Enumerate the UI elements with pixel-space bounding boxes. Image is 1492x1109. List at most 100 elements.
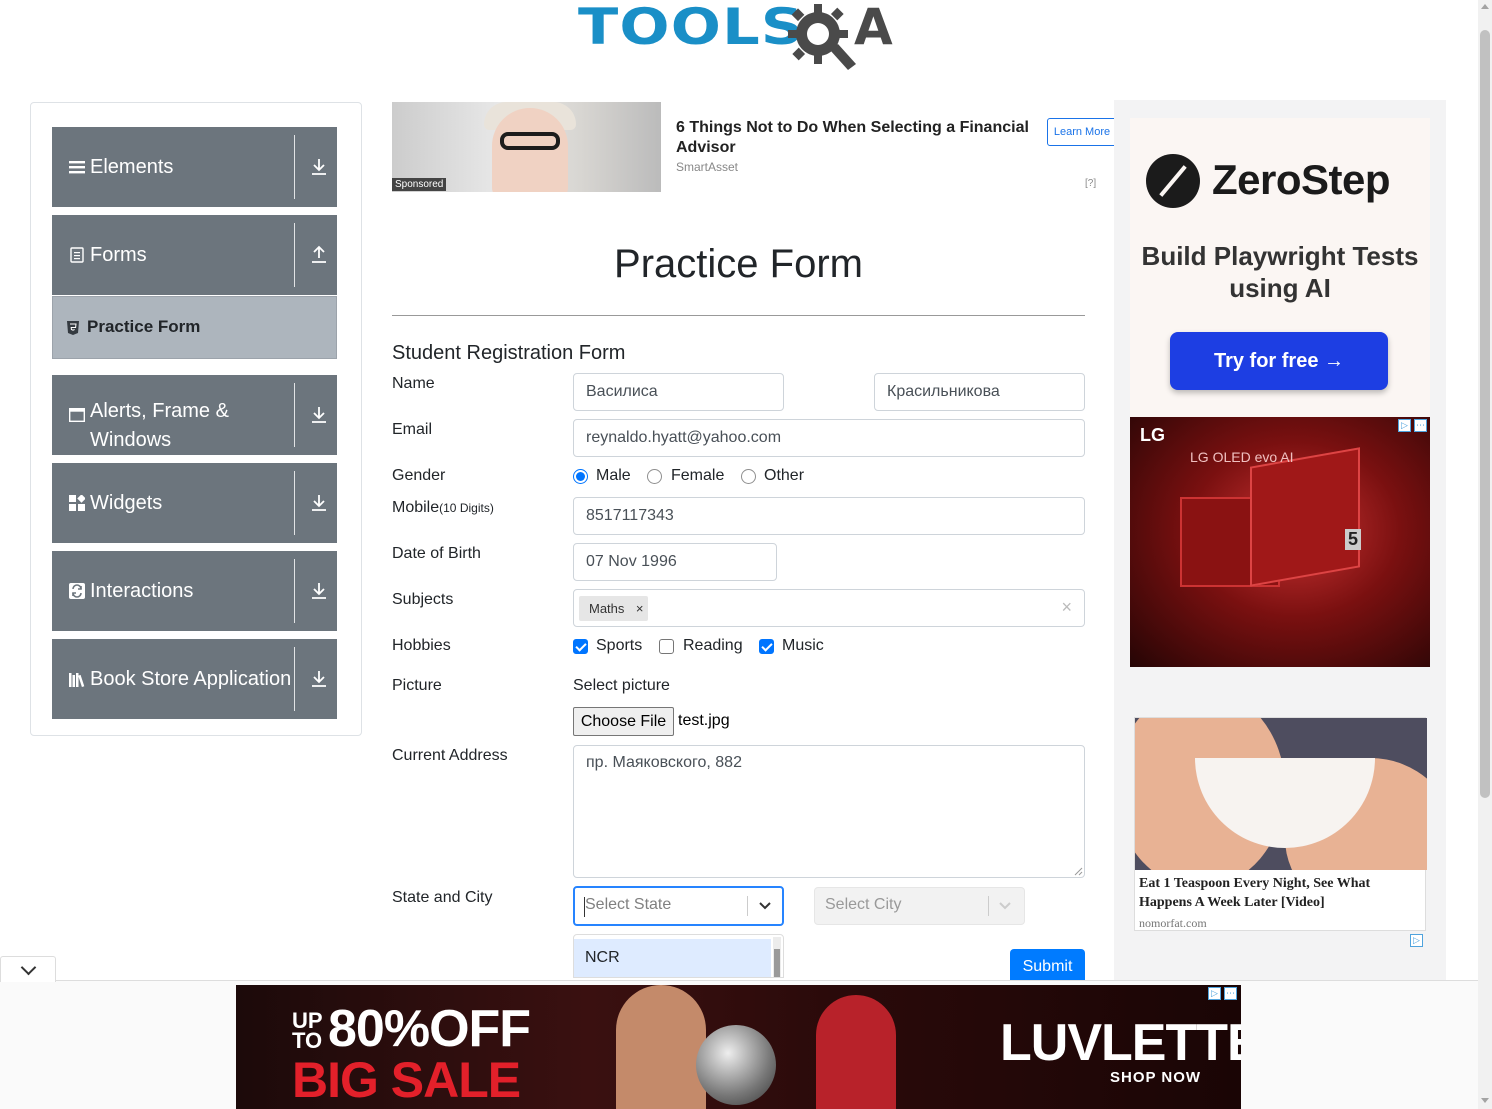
scroll-down-icon[interactable] xyxy=(1481,1098,1489,1103)
download-icon[interactable] xyxy=(310,157,328,177)
text-cursor xyxy=(584,897,585,917)
lg-tv-label: LG OLED evo AI xyxy=(1190,449,1294,465)
collapse-ad-button[interactable] xyxy=(0,956,56,982)
divider xyxy=(294,223,295,287)
sidebar-group-label: Forms xyxy=(90,244,147,266)
sidebar-group-alerts[interactable]: Alerts, Frame & Windows xyxy=(52,375,337,455)
clear-icon[interactable]: × xyxy=(1061,597,1072,618)
mobile-label: Mobile(10 Digits) xyxy=(392,499,494,517)
adchoices-icon[interactable]: ▷ xyxy=(1208,987,1221,1000)
shop-now-link[interactable]: SHOP NOW xyxy=(1110,1069,1201,1086)
sidebar-group-label: Book Store Application xyxy=(90,668,292,690)
state-select[interactable]: Select State xyxy=(573,886,784,926)
divider xyxy=(294,383,295,447)
adchoices-icon[interactable]: ▷ xyxy=(1398,419,1411,432)
lg-ad[interactable]: LG LG OLED evo AI 5 ▷ ⋯ xyxy=(1130,417,1430,667)
menu-scrollbar[interactable] xyxy=(773,937,781,977)
sidebar-item-practice-form[interactable]: Practice Form xyxy=(52,296,337,359)
download-icon[interactable] xyxy=(310,405,328,425)
divider xyxy=(294,559,295,623)
gender-male-label[interactable]: Male xyxy=(596,467,631,485)
hobby-sports-label[interactable]: Sports xyxy=(596,637,642,655)
sidebar-group-widgets[interactable]: Widgets xyxy=(52,463,337,543)
nomorfat-ad[interactable]: Eat 1 Teaspoon Every Night, See What Hap… xyxy=(1134,717,1427,931)
mobile-label-text: Mobile xyxy=(392,499,440,516)
sidebar-group-forms[interactable]: Forms xyxy=(52,215,337,295)
disco-ball-shape xyxy=(696,1025,776,1105)
zerostep-subtitle: Build Playwright Tests using AI xyxy=(1141,241,1419,303)
hobby-sports-checkbox[interactable] xyxy=(573,639,588,654)
sidebar-group-label: Elements xyxy=(90,156,174,178)
ad-close-icon[interactable]: ⋯ xyxy=(1414,419,1427,432)
address-label: Current Address xyxy=(392,747,508,764)
mobile-input[interactable]: 8517117343 xyxy=(573,497,1085,535)
divider xyxy=(392,315,1085,316)
right-ad-column: ZeroStep Build Playwright Tests using AI… xyxy=(1114,100,1446,980)
page-title: Practice Form xyxy=(614,242,863,286)
chip-remove-icon[interactable]: × xyxy=(636,596,644,621)
divider xyxy=(294,135,295,199)
ad-discount-text: 80%OFF xyxy=(328,1000,531,1058)
subjects-input[interactable]: Maths × × xyxy=(573,589,1085,627)
scrollbar-thumb[interactable] xyxy=(1480,30,1490,798)
ad-close-icon[interactable]: ⋯ xyxy=(1224,987,1237,1000)
sidebar-group-interactions[interactable]: Interactions xyxy=(52,551,337,631)
last-name-input[interactable]: Красильникова xyxy=(874,373,1085,411)
ad-model-shape xyxy=(816,995,896,1109)
gender-other-label[interactable]: Other xyxy=(764,467,804,485)
adchoices-link[interactable]: [?] xyxy=(1085,178,1096,189)
gender-male-radio[interactable] xyxy=(573,469,588,484)
sidebar-group-label: Alerts, Frame & Windows xyxy=(90,400,229,451)
chevron-down-icon[interactable] xyxy=(758,900,772,912)
sidebar-group-label: Widgets xyxy=(90,492,163,514)
download-icon[interactable] xyxy=(310,493,328,513)
gender-female-radio[interactable] xyxy=(647,469,662,484)
hobby-reading-checkbox[interactable] xyxy=(659,639,674,654)
html-icon xyxy=(67,321,79,335)
sidebar-group-elements[interactable]: Elements xyxy=(52,127,337,207)
hamburger-icon xyxy=(69,161,85,174)
learn-more-button[interactable]: Learn More xyxy=(1047,118,1117,146)
sponsored-badge: Sponsored xyxy=(392,178,447,191)
top-ad-banner[interactable]: Sponsored 6 Things Not to Do When Select… xyxy=(392,102,1117,194)
nomorfat-source: nomorfat.com xyxy=(1139,916,1207,930)
divider xyxy=(747,896,748,916)
resize-handle-icon[interactable] xyxy=(1074,867,1083,876)
gender-female-label[interactable]: Female xyxy=(671,467,724,485)
scroll-up-icon[interactable] xyxy=(1481,4,1489,9)
subjects-label: Subjects xyxy=(392,591,454,608)
ad-source: SmartAsset xyxy=(676,160,739,174)
sidebar-group-bookstore[interactable]: Book Store Application xyxy=(52,639,337,719)
download-icon[interactable] xyxy=(310,669,328,689)
dob-input[interactable]: 07 Nov 1996 xyxy=(573,543,777,581)
hobby-music-label[interactable]: Music xyxy=(782,637,824,655)
hobby-music-checkbox[interactable] xyxy=(759,639,774,654)
gender-other-radio[interactable] xyxy=(741,469,756,484)
state-placeholder: Select State xyxy=(585,896,672,913)
nomorfat-headline[interactable]: Eat 1 Teaspoon Every Night, See What Hap… xyxy=(1139,874,1423,912)
divider xyxy=(294,471,295,535)
current-address-textarea[interactable]: пр. Маяковского, 882 xyxy=(573,745,1085,878)
ad-photo-glasses xyxy=(500,132,560,150)
mobile-hint: (10 Digits) xyxy=(439,501,494,515)
toolsqa-logo[interactable]: TOOLS A xyxy=(578,0,904,70)
state-option-ncr[interactable]: NCR xyxy=(574,939,771,977)
city-select[interactable]: Select City xyxy=(814,887,1025,925)
chevron-down-icon[interactable] xyxy=(998,900,1012,912)
city-placeholder: Select City xyxy=(825,896,902,913)
state-city-label: State and City xyxy=(392,889,493,906)
ad-headline[interactable]: 6 Things Not to Do When Selecting a Fina… xyxy=(676,118,1036,158)
luvlette-ad[interactable]: UP TO 80%OFF BIG SALE LUVLETTE SHOP NOW … xyxy=(236,985,1241,1109)
zerostep-ad[interactable]: ZeroStep Build Playwright Tests using AI… xyxy=(1130,118,1430,418)
choose-file-button[interactable]: Choose File xyxy=(573,707,674,736)
logo-suffix: A xyxy=(854,0,893,56)
email-input[interactable]: reynaldo.hyatt@yahoo.com xyxy=(573,419,1085,457)
hobby-reading-label[interactable]: Reading xyxy=(683,637,743,655)
adchoices-icon[interactable]: ▷ xyxy=(1410,934,1423,947)
first-name-input[interactable]: Василиса xyxy=(573,373,784,411)
upload-icon[interactable] xyxy=(310,245,328,265)
download-icon[interactable] xyxy=(310,581,328,601)
state-dropdown-menu: NCR xyxy=(573,934,784,978)
sidebar-group-label: Interactions xyxy=(90,580,194,602)
try-for-free-button[interactable]: Try for free → xyxy=(1170,332,1388,390)
